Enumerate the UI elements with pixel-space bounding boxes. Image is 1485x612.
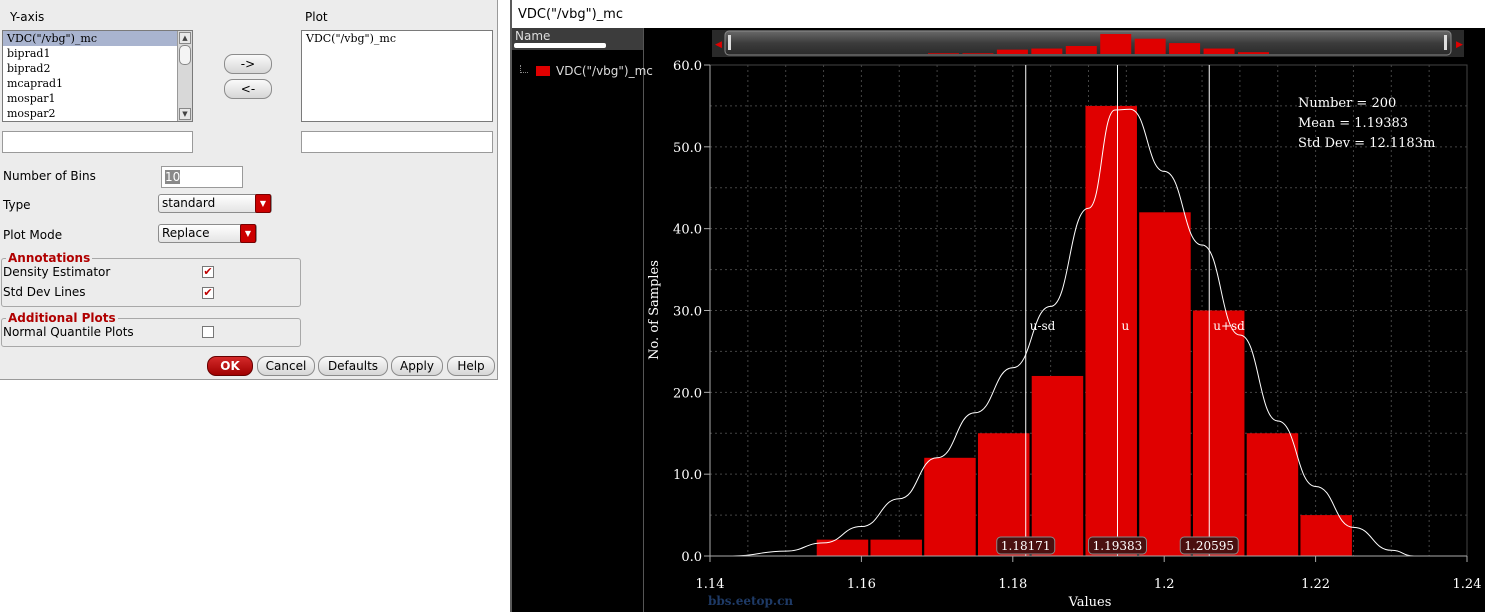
y-tick-label: 0.0 bbox=[681, 550, 702, 565]
std-dev-lines-label: Std Dev Lines bbox=[3, 285, 86, 299]
overview-bar bbox=[996, 49, 1028, 54]
overview-bar bbox=[1169, 43, 1201, 54]
defaults-button[interactable]: Defaults bbox=[318, 356, 388, 376]
plot-listbox[interactable]: VDC("/vbg")_mc bbox=[301, 30, 493, 122]
std-dev-value-label: 1.19383 bbox=[1093, 539, 1143, 553]
y-tick-label: 40.0 bbox=[673, 223, 702, 238]
x-tick-label: 1.18 bbox=[998, 577, 1027, 592]
density-estimator-checkbox[interactable]: ✔ bbox=[202, 266, 214, 278]
scroll-up-icon[interactable]: ▲ bbox=[179, 32, 191, 44]
std-dev-value-label: 1.20595 bbox=[1184, 539, 1234, 553]
scroll-down-icon[interactable]: ▼ bbox=[179, 108, 191, 120]
overview-bar bbox=[962, 53, 994, 54]
type-select-value: standard bbox=[162, 196, 216, 210]
watermark: bbs.eetop.cn bbox=[708, 594, 793, 608]
x-tick-label: 1.2 bbox=[1154, 577, 1175, 592]
help-button[interactable]: Help bbox=[447, 356, 495, 376]
overview-bar bbox=[1031, 48, 1063, 54]
plot-filter-input[interactable] bbox=[301, 131, 493, 153]
y-tick-label: 30.0 bbox=[673, 305, 702, 320]
yaxis-label: Y-axis bbox=[10, 10, 45, 24]
y-tick-label: 20.0 bbox=[673, 386, 702, 401]
std-dev-lines-checkbox[interactable]: ✔ bbox=[202, 287, 214, 299]
yaxis-filter-input[interactable] bbox=[2, 131, 193, 153]
yaxis-list-item[interactable]: mospar2 bbox=[3, 106, 192, 121]
plot-window: VDC("/vbg")_mc Name VDC("/vbg")_mc ◀ ▶ u… bbox=[510, 0, 1485, 612]
remove-from-plot-button[interactable]: <- bbox=[224, 79, 272, 99]
histogram-bar bbox=[1031, 375, 1084, 556]
yaxis-list-item[interactable]: mospar1 bbox=[3, 91, 192, 106]
apply-button[interactable]: Apply bbox=[391, 356, 443, 376]
histogram-bar bbox=[1192, 310, 1245, 556]
y-axis-title: No. of Samples bbox=[647, 260, 662, 360]
yaxis-scrollbar[interactable]: ▲ ▼ bbox=[177, 31, 192, 121]
yaxis-list-item[interactable]: mcaprad1 bbox=[3, 76, 192, 91]
x-tick-label: 1.22 bbox=[1301, 577, 1330, 592]
plot-mode-label: Plot Mode bbox=[3, 228, 63, 242]
overview-bar bbox=[1203, 48, 1235, 54]
y-tick-label: 50.0 bbox=[673, 141, 702, 156]
scroll-right-icon[interactable]: ▶ bbox=[1456, 40, 1463, 50]
x-axis-title: Values bbox=[1068, 595, 1112, 610]
ok-button[interactable]: OK bbox=[207, 356, 253, 376]
y-tick-label: 60.0 bbox=[673, 59, 702, 74]
overview-scroller[interactable]: ◀ ▶ bbox=[712, 30, 1464, 57]
overview-right-handle[interactable] bbox=[1444, 35, 1447, 50]
overview-left-handle[interactable] bbox=[728, 35, 731, 50]
additional-plots-title: Additional Plots bbox=[6, 311, 118, 325]
type-label: Type bbox=[3, 198, 31, 212]
bins-input[interactable]: 10 bbox=[161, 166, 243, 188]
bins-label: Number of Bins bbox=[3, 169, 96, 183]
yaxis-list-item[interactable]: VDC("/vbg")_mc bbox=[3, 31, 192, 46]
x-tick-label: 1.16 bbox=[847, 577, 876, 592]
plot-mode-select-value: Replace bbox=[162, 226, 210, 240]
plot-mode-select[interactable]: Replace ▼ bbox=[158, 224, 257, 243]
annotations-title: Annotations bbox=[6, 251, 93, 265]
std-dev-value-label: 1.18171 bbox=[1001, 539, 1051, 553]
plot-list-item[interactable]: VDC("/vbg")_mc bbox=[302, 31, 492, 46]
chevron-down-icon[interactable]: ▼ bbox=[255, 194, 271, 213]
cancel-button[interactable]: Cancel bbox=[257, 356, 315, 376]
stats-line: Number = 200 bbox=[1298, 96, 1396, 111]
chevron-down-icon[interactable]: ▼ bbox=[240, 224, 256, 243]
overview-bar bbox=[1065, 46, 1097, 54]
std-dev-label: u bbox=[1121, 319, 1129, 333]
x-tick-label: 1.14 bbox=[696, 577, 725, 592]
scroll-thumb[interactable] bbox=[179, 45, 191, 65]
histogram-bar bbox=[816, 539, 869, 556]
checkmark-icon: ✔ bbox=[203, 265, 213, 278]
overview-bar bbox=[928, 53, 959, 54]
stats-line: Std Dev = 12.1183m bbox=[1298, 136, 1435, 151]
histogram-bar bbox=[870, 539, 922, 556]
histogram-bar bbox=[1246, 433, 1299, 556]
overview-bar bbox=[1238, 52, 1269, 54]
yaxis-list-item[interactable]: biprad2 bbox=[3, 61, 192, 76]
add-to-plot-button[interactable]: -> bbox=[224, 54, 272, 74]
type-select[interactable]: standard ▼ bbox=[158, 194, 272, 213]
y-tick-label: 10.0 bbox=[673, 468, 702, 483]
histogram-bar bbox=[1300, 515, 1352, 556]
histogram-bar bbox=[924, 457, 976, 556]
stats-line: Mean = 1.19383 bbox=[1298, 116, 1408, 131]
density-estimator-label: Density Estimator bbox=[3, 265, 111, 279]
overview-bar bbox=[1100, 34, 1132, 54]
bins-value: 10 bbox=[165, 170, 181, 184]
normal-quantile-checkbox[interactable] bbox=[202, 326, 214, 338]
histogram-dialog: Y-axis Plot VDC("/vbg")_mc biprad1 biprad2… bbox=[0, 0, 498, 380]
histogram-bar bbox=[1139, 212, 1191, 557]
scroll-left-icon[interactable]: ◀ bbox=[715, 40, 722, 50]
plot-label: Plot bbox=[305, 10, 328, 24]
yaxis-listbox[interactable]: VDC("/vbg")_mc biprad1 biprad2 mcaprad1 mosp… bbox=[2, 30, 193, 122]
yaxis-list-item[interactable]: biprad1 bbox=[3, 46, 192, 61]
normal-quantile-label: Normal Quantile Plots bbox=[3, 325, 134, 339]
checkmark-icon: ✔ bbox=[203, 286, 213, 299]
x-tick-label: 1.24 bbox=[1453, 577, 1482, 592]
histogram-chart: ◀ ▶ u-sd1.18171u1.19383u+sd1.20595 1.14 1… bbox=[647, 30, 1482, 610]
overview-bar bbox=[1134, 38, 1166, 54]
